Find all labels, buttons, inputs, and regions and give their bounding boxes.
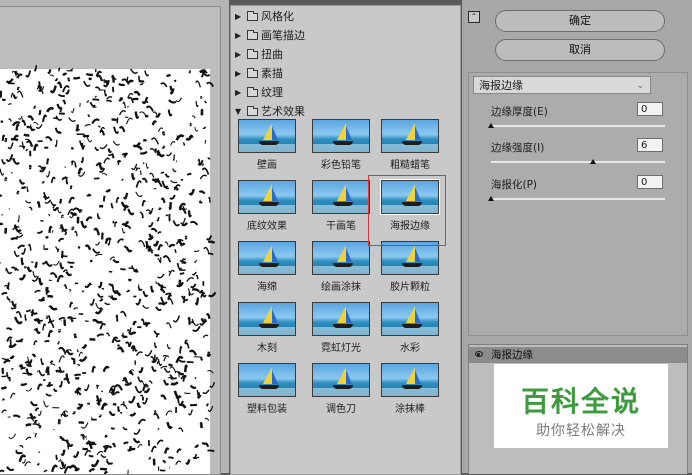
filter-category[interactable]: ▶ 扭曲 [235,46,283,62]
filter-thumbnail[interactable]: 调色刀 [311,363,371,415]
filter-thumbnail-grid: 壁画 彩色铅笔 粗糙蜡笔 底纹效果 干画笔 海报边缘 海绵 绘画涂抹 胶片颗粒 木刻 霓虹灯光 水彩塑… [237,119,451,471]
folder-icon [247,67,258,78]
expand-right-icon[interactable]: ▶ [235,88,244,97]
folder-icon [247,86,258,97]
preview-image [0,65,217,474]
collapse-icon[interactable]: ⌃ [468,11,480,23]
edge-intensity-slider[interactable] [491,161,665,163]
edge-intensity-slider-handle[interactable] [590,159,596,164]
filter-category-label: 艺术效果 [261,105,305,118]
filter-category-label: 画笔描边 [261,29,305,42]
filter-category-label: 素描 [261,67,283,80]
folder-icon [247,48,258,59]
effect-layer-row[interactable]: 海报边缘 [469,347,687,363]
filter-thumbnail-label: 涂抹棒 [395,404,425,415]
edge-width-slider-handle[interactable] [488,123,494,128]
ok-button[interactable]: 确定 [495,10,665,32]
filter-thumbnail[interactable]: 底纹效果 [237,180,297,232]
watermark-title: 百科全说 [520,385,641,418]
filter-preview-image [312,241,370,275]
filter-category-label: 风格化 [261,10,294,23]
preview-panel [0,0,229,475]
filter-category[interactable]: ▶ 纹理 [235,84,283,100]
eye-icon[interactable] [475,351,483,357]
filter-preview-image [312,302,370,336]
filter-thumbnail-label: 底纹效果 [247,221,287,232]
folder-icon [247,29,258,40]
filter-thumbnail-label: 彩色铅笔 [321,160,361,171]
posterization-slider[interactable] [491,198,665,200]
filter-preview-image [238,180,296,214]
filter-preview-image [238,241,296,275]
filter-thumbnail[interactable]: 干画笔 [311,180,371,232]
effect-layer-label: 海报边缘 [491,349,533,361]
watermark-subtitle: 助你轻松解决 [536,423,626,439]
filter-preview-image [238,119,296,153]
filter-category[interactable]: ▶ 素描 [235,65,283,81]
folder-icon [247,105,258,116]
filter-thumbnail[interactable]: 塑料包装 [237,363,297,415]
filter-thumbnail[interactable]: 海绵 [237,241,297,293]
filter-thumbnail-label: 调色刀 [326,404,356,415]
filter-select[interactable]: 海报边缘 ⌄ [473,76,651,94]
param-label-edge-intensity: 边缘强度(I) [491,142,545,154]
filter-thumbnail[interactable]: 水彩 [380,302,440,354]
filter-category[interactable]: ▶ 风格化 [235,8,294,24]
cancel-button[interactable]: 取消 [495,39,665,61]
filter-thumbnail-label: 木刻 [257,343,277,354]
filter-thumbnail[interactable]: 胶片颗粒 [380,241,440,293]
expand-down-icon[interactable]: ▼ [235,107,244,116]
filter-thumbnail-label: 海绵 [257,282,277,293]
filter-category[interactable]: ▶ 画笔描边 [235,27,305,43]
filter-preview-image [312,363,370,397]
param-label-posterization: 海报化(P) [491,179,538,191]
filter-preview-image [312,119,370,153]
filter-thumbnail-label: 粗糙蜡笔 [390,160,430,171]
filter-category[interactable]: ▼ 艺术效果 [235,103,305,119]
filter-category-label: 扭曲 [261,48,283,61]
filter-thumbnail-label: 霓虹灯光 [321,343,361,354]
watermark-logo: 百科全说 助你轻松解决 [494,364,668,448]
filter-thumbnail-label: 干画笔 [326,221,356,232]
filter-preview-image [238,363,296,397]
expand-right-icon[interactable]: ▶ [235,50,244,59]
filter-preview-image [238,302,296,336]
filter-select-value: 海报边缘 [479,79,523,92]
preview-canvas[interactable] [0,6,221,475]
filter-gallery: ▶ 风格化 ▶ 画笔描边 ▶ 扭曲 ▶ 素描 ▶ 纹理 ▼ 艺术效果 壁画 彩色铅笔 粗糙蜡笔底纹效果 干画… [230,5,461,475]
selected-filter-highlight [368,175,446,246]
edge-intensity-field[interactable]: 6 [637,138,663,152]
chevron-down-icon: ⌄ [636,81,644,91]
param-label-edge-width: 边缘厚度(E) [491,106,548,118]
edge-width-slider[interactable] [491,125,665,127]
filter-thumbnail[interactable]: 壁画 [237,119,297,171]
filter-thumbnail[interactable]: 涂抹棒 [380,363,440,415]
filter-thumbnail-label: 绘画涂抹 [321,282,361,293]
filter-thumbnail[interactable]: 彩色铅笔 [311,119,371,171]
filter-preview-image [381,363,439,397]
filter-thumbnail-label: 水彩 [400,343,420,354]
filter-preview-image [381,241,439,275]
filter-thumbnail[interactable]: 霓虹灯光 [311,302,371,354]
edge-width-field[interactable]: 0 [637,102,663,116]
filter-preview-image [312,180,370,214]
filter-thumbnail-label: 胶片颗粒 [390,282,430,293]
filter-thumbnail-label: 塑料包装 [247,404,287,415]
expand-right-icon[interactable]: ▶ [235,69,244,78]
filter-preview-image [381,302,439,336]
posterization-field[interactable]: 0 [637,175,663,189]
filter-preview-image [381,119,439,153]
posterization-slider-handle[interactable] [488,196,494,201]
filter-thumbnail[interactable]: 粗糙蜡笔 [380,119,440,171]
filter-thumbnail[interactable]: 绘画涂抹 [311,241,371,293]
filter-category-label: 纹理 [261,86,283,99]
expand-right-icon[interactable]: ▶ [235,31,244,40]
folder-icon [247,10,258,21]
filter-thumbnail[interactable]: 木刻 [237,302,297,354]
expand-right-icon[interactable]: ▶ [235,12,244,21]
filter-thumbnail-label: 壁画 [257,160,277,171]
